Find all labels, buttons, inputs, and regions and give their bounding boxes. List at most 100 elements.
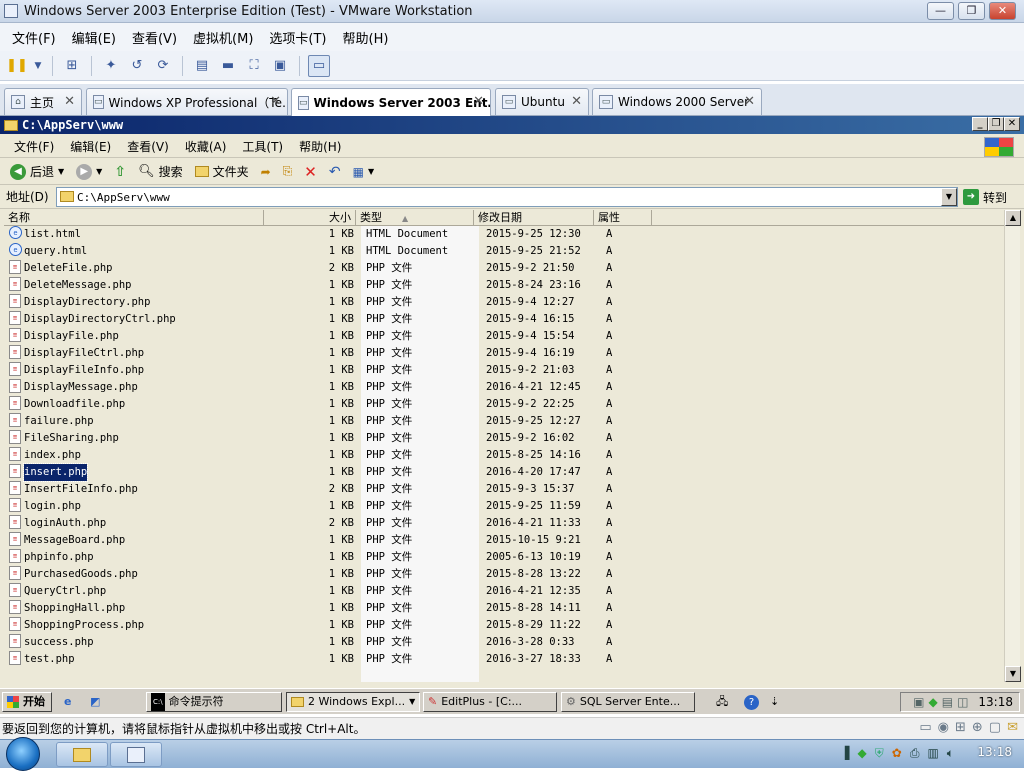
table-row[interactable]: ≡ DisplayFile.php 1 KB PHP 文件 2015-9-4 15:54… (4, 328, 1004, 345)
menu-tabs[interactable]: 选项卡(T) (261, 28, 334, 47)
table-row[interactable]: ≡ MessageBoard.php 1 KB PHP 文件 2015-10-15 9:… (4, 532, 1004, 549)
file-name[interactable]: Downloadfile.php (24, 396, 125, 413)
message-icon[interactable]: ✉ (1007, 720, 1018, 735)
table-row[interactable]: ≡ FileSharing.php 1 KB PHP 文件 2015-9-2 16:02… (4, 430, 1004, 447)
console-view-icon[interactable]: ▭ (308, 54, 330, 77)
tray-icon[interactable]: ◆ (858, 746, 867, 761)
table-row[interactable]: ≡ DeleteFile.php 2 KB PHP 文件 2015-9-2 21:50 A (4, 260, 1004, 277)
table-row[interactable]: ≡ DisplayMessage.php 1 KB PHP 文件 2016-4-21 1… (4, 379, 1004, 396)
chevron-down-icon[interactable]: ▼ (96, 167, 102, 176)
table-row[interactable]: ≡ insert.php 1 KB PHP 文件 2016-4-20 17:47 A (4, 463, 1004, 482)
table-row[interactable]: ≡ PurchasedGoods.php 1 KB PHP 文件 2015-8-28 1… (4, 566, 1004, 583)
views-button[interactable]: ▦ ▼ (349, 165, 379, 179)
file-name[interactable]: phpinfo.php (24, 549, 94, 566)
column-header-type[interactable]: 类型 ▲ (356, 210, 474, 226)
tray-icon[interactable]: ✿ (892, 746, 902, 761)
table-row[interactable]: ≡ failure.php 1 KB PHP 文件 2015-9-25 12:27 A (4, 413, 1004, 430)
table-row[interactable]: ≡ ShoppingHall.php 1 KB PHP 文件 2015-8-28 14:… (4, 600, 1004, 617)
menu-file[interactable]: 文件(F) (4, 28, 64, 47)
menu-help[interactable]: 帮助(H) (335, 28, 397, 47)
column-header-size[interactable]: 大小 (264, 210, 356, 226)
explorer-menu-view[interactable]: 查看(V) (119, 138, 177, 155)
table-row[interactable]: ≡ Downloadfile.php 1 KB PHP 文件 2015-9-2 22:2… (4, 396, 1004, 413)
forward-button[interactable]: ▶ ▼ (72, 163, 106, 180)
file-name[interactable]: query.html (24, 243, 87, 260)
tab-windows-xp[interactable]: ▭ Windows XP Professional（Te… ✕ (86, 88, 288, 115)
tray-icon[interactable]: ▣ (913, 695, 924, 709)
address-dropdown-button[interactable]: ▼ (941, 188, 957, 206)
close-tab-icon[interactable]: ✕ (571, 94, 582, 109)
search-button[interactable]: 🔍︎ 搜索 (134, 163, 187, 180)
file-name[interactable]: PurchasedGoods.php (24, 566, 138, 583)
move-to-button[interactable]: ➦ (257, 165, 275, 179)
volume-icon[interactable]: 🔈︎ (947, 746, 954, 761)
back-button[interactable]: ◀ 后退 ▼ (6, 163, 68, 180)
usb-icon[interactable]: ⊕ (972, 720, 983, 735)
file-name[interactable]: success.php (24, 634, 94, 651)
table-row[interactable]: ≡ test.php 1 KB PHP 文件 2016-3-27 18:33 A (4, 651, 1004, 668)
file-name[interactable]: DisplayMessage.php (24, 379, 138, 396)
file-name[interactable]: DeleteFile.php (24, 260, 113, 277)
taskbar-cmd[interactable]: C:\ 命令提示符 (146, 692, 282, 712)
fullscreen-icon[interactable]: ⛶ (243, 55, 265, 77)
network-tray-icon[interactable]: 🖧 (712, 692, 734, 712)
file-name[interactable]: test.php (24, 651, 75, 668)
tab-windows-server-2003[interactable]: ▭ Windows Server 2003 Ent… ✕ (291, 88, 491, 116)
up-folder-button[interactable]: ⇧ (110, 164, 130, 180)
file-name[interactable]: InsertFileInfo.php (24, 481, 138, 498)
file-list[interactable]: e list.html 1 KB HTML Document 2015-9-25 12:… (4, 226, 1004, 682)
file-name[interactable]: FileSharing.php (24, 430, 119, 447)
menu-edit[interactable]: 编辑(E) (64, 28, 124, 47)
tray-icon[interactable]: ◆ (928, 695, 937, 709)
explorer-restore-button[interactable]: ❐ (988, 117, 1004, 131)
tray-icon[interactable]: ◫ (957, 695, 968, 709)
tab-ubuntu[interactable]: ▭ Ubuntu ✕ (495, 88, 589, 115)
explorer-minimize-button[interactable]: _ (972, 117, 988, 131)
undo-button[interactable]: ↶ (325, 164, 345, 180)
table-row[interactable]: ≡ DisplayDirectory.php 1 KB PHP 文件 2015-9-4 … (4, 294, 1004, 311)
ie-quicklaunch-icon[interactable]: e (60, 692, 82, 712)
tab-home[interactable]: ⌂ 主页 ✕ (4, 88, 82, 115)
revert-snapshot-icon[interactable]: ↺ (126, 55, 148, 77)
close-tab-icon[interactable]: ✕ (270, 94, 281, 109)
vertical-scrollbar[interactable]: ▲ ▼ (1004, 210, 1021, 682)
tray-icon[interactable]: ▤ (942, 695, 953, 709)
file-name[interactable]: MessageBoard.php (24, 532, 125, 549)
show-desktop-icon[interactable]: ◩ (86, 692, 108, 712)
tray-icon[interactable]: ▥ (927, 746, 938, 761)
column-header-attributes[interactable]: 属性 (594, 210, 652, 226)
taskbar-editplus[interactable]: ✎ EditPlus - [C:... (423, 692, 557, 712)
close-button[interactable]: ✕ (989, 2, 1016, 20)
explorer-menu-favorites[interactable]: 收藏(A) (177, 138, 235, 155)
chevron-icon[interactable]: ⇣ (766, 692, 784, 712)
sidebar-toggle-icon[interactable]: ▤ (191, 55, 213, 77)
file-name[interactable]: list.html (24, 226, 81, 243)
help-icon[interactable]: ? (740, 692, 762, 712)
file-name[interactable]: failure.php (24, 413, 94, 430)
file-name[interactable]: DisplayFile.php (24, 328, 119, 345)
pause-icon[interactable]: ❚❚ (6, 55, 28, 77)
table-row[interactable]: ≡ InsertFileInfo.php 2 KB PHP 文件 2015-9-3 15… (4, 481, 1004, 498)
taskbar-sql-server[interactable]: ⚙ SQL Server Ente... (561, 692, 695, 712)
network-adapter-icon[interactable]: ⊞ (955, 720, 966, 735)
close-tab-icon[interactable]: ✕ (744, 94, 755, 109)
snapshot-manager-icon[interactable]: ⟳ (152, 55, 174, 77)
snapshot-icon[interactable]: ✦ (100, 55, 122, 77)
file-name[interactable]: insert.php (22, 463, 89, 482)
table-row[interactable]: e list.html 1 KB HTML Document 2015-9-25 12:… (4, 226, 1004, 243)
table-row[interactable]: e query.html 1 KB HTML Document 2015-9-25 21… (4, 243, 1004, 260)
file-name[interactable]: DisplayDirectory.php (24, 294, 150, 311)
file-name[interactable]: DisplayFileCtrl.php (24, 345, 144, 362)
explorer-menu-edit[interactable]: 编辑(E) (62, 138, 119, 155)
menu-view[interactable]: 查看(V) (124, 28, 185, 47)
taskbar-windows-explorer[interactable]: 2 Windows Expl... ▼ (286, 692, 420, 712)
file-name[interactable]: DeleteMessage.php (24, 277, 131, 294)
file-name[interactable]: DisplayFileInfo.php (24, 362, 144, 379)
file-name[interactable]: loginAuth.php (24, 515, 106, 532)
thumbnail-icon[interactable]: ▬ (217, 55, 239, 77)
chevron-down-icon[interactable]: ▼ (32, 55, 44, 77)
explorer-menu-help[interactable]: 帮助(H) (291, 138, 349, 155)
table-row[interactable]: ≡ DisplayFileCtrl.php 1 KB PHP 文件 2015-9-4 1… (4, 345, 1004, 362)
unity-icon[interactable]: ▣ (269, 55, 291, 77)
host-start-orb[interactable] (6, 737, 40, 771)
